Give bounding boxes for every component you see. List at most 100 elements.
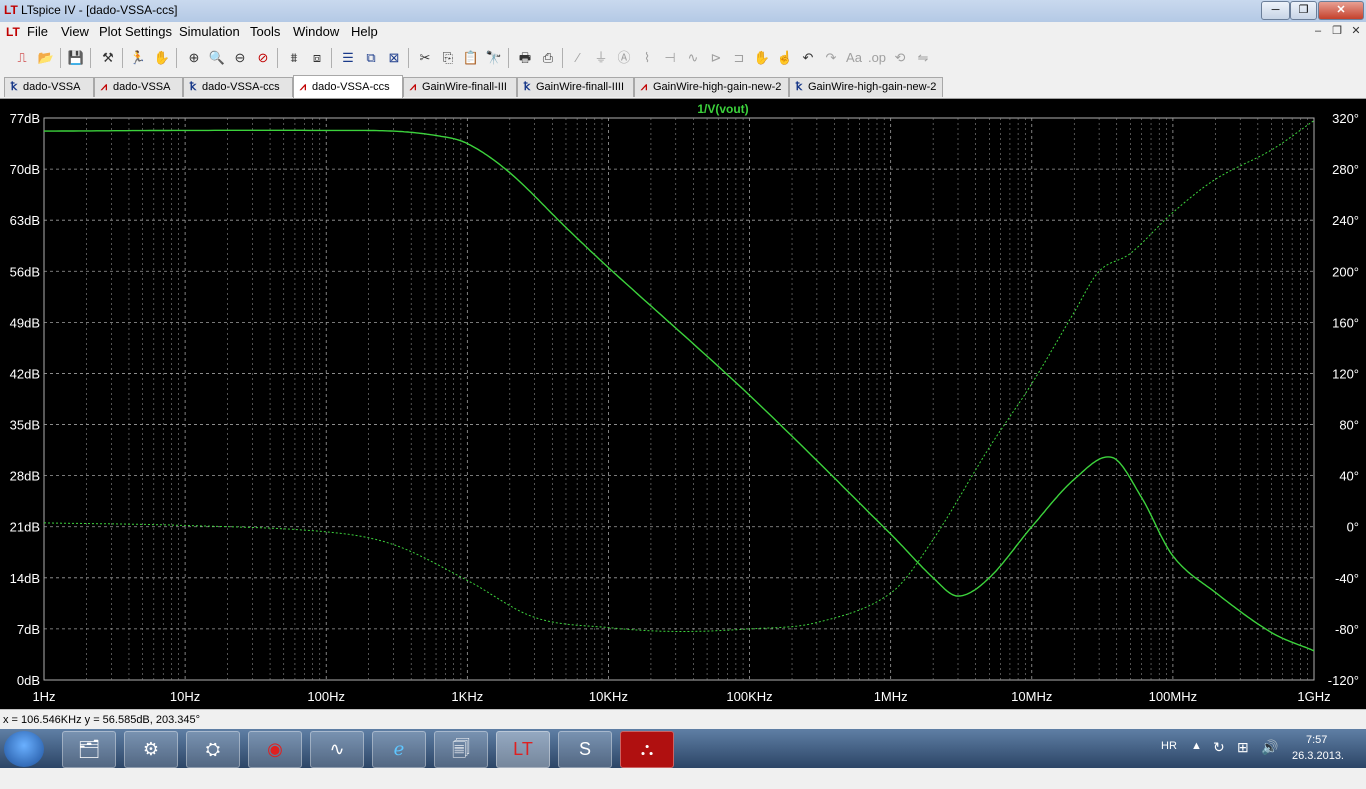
mirror-icon[interactable]: ⇋ [913, 48, 933, 68]
spice-directive-icon[interactable]: .op [867, 48, 887, 68]
app-icon[interactable]: ⛭ [186, 731, 240, 768]
waveform-icon: ⩘ [100, 81, 108, 93]
paste-icon[interactable]: 📋 [461, 48, 481, 68]
tab-4[interactable]: ⩘ dado-VSSA-ccs [293, 75, 403, 98]
menu-view[interactable]: View [61, 24, 89, 39]
mdi-close-button[interactable]: ✕ [1347, 24, 1365, 40]
x-tick-label: 10Hz [170, 689, 200, 704]
drag-icon[interactable]: ☝ [775, 48, 795, 68]
menu-file[interactable]: File [27, 24, 48, 39]
ie-icon[interactable]: ℯ [372, 731, 426, 768]
ltspice-icon[interactable]: LT [6, 25, 20, 39]
tab-7[interactable]: ⩘ GainWire-high-gain-new-2 [634, 77, 789, 97]
tab-label: dado-VSSA [113, 81, 171, 93]
language-indicator[interactable]: HR [1161, 740, 1177, 779]
x-tick-label: 1GHz [1297, 689, 1330, 704]
zoom-in-icon[interactable]: ⊕ [184, 48, 204, 68]
tab-3[interactable]: ꝁ dado-VSSA-ccs [183, 77, 293, 97]
ground-icon[interactable]: ⏚ [591, 48, 611, 68]
halt-icon[interactable]: ✋ [152, 48, 172, 68]
tile-horizontal-icon[interactable]: ☰ [338, 48, 358, 68]
pdf-icon[interactable]: ⛬ [620, 731, 674, 768]
run-icon[interactable]: 🏃 [128, 48, 148, 68]
taskbar: 🗂 ⚙ ⛭ ◉ ∿ ℯ 🗐 LT S ⛬ HR ▲ ↻ ⊞ 🔊 7:57 26.… [0, 729, 1366, 768]
undo-icon[interactable]: ↶ [798, 48, 818, 68]
y-left-tick-label: 63dB [10, 213, 40, 228]
close-button[interactable]: ✕ [1318, 1, 1364, 20]
ltspice-icon[interactable]: LT [4, 3, 18, 17]
autorange-icon[interactable]: ⩩ [284, 48, 304, 68]
tab-8[interactable]: ꝁ GainWire-high-gain-new-2 [789, 77, 943, 97]
mdi-minimize-button[interactable]: – [1309, 24, 1327, 40]
waveform-icon: ⩘ [409, 81, 417, 93]
x-tick-label: 100KHz [726, 689, 772, 704]
wire-icon[interactable]: ∕ [568, 48, 588, 68]
cascade-icon[interactable]: ⧉ [361, 48, 381, 68]
print-preview-icon[interactable]: 🖶 [515, 48, 535, 68]
menu-window[interactable]: Window [293, 24, 339, 39]
capacitor-icon[interactable]: ⊣ [660, 48, 680, 68]
waveform-viewer[interactable]: 1Hz 10Hz 100Hz 1KHz 10KHz 100KHz 1MHz 10MHz 100M… [0, 99, 1366, 709]
inductor-icon[interactable]: ∿ [683, 48, 703, 68]
redo-icon[interactable]: ↷ [821, 48, 841, 68]
tab-2[interactable]: ⩘ dado-VSSA [94, 77, 183, 97]
maximize-button[interactable]: ❐ [1290, 1, 1317, 20]
tab-label: dado-VSSA-ccs [202, 81, 280, 93]
zoom-out-icon[interactable]: ⊖ [230, 48, 250, 68]
tab-label: GainWire-high-gain-new-2 [808, 81, 937, 93]
antivirus-icon[interactable]: ◉ [248, 731, 302, 768]
menu-help[interactable]: Help [351, 24, 378, 39]
print-icon[interactable]: ⎙ [538, 48, 558, 68]
zoom-pan-icon[interactable]: 🔍 [207, 48, 227, 68]
menu-tools[interactable]: Tools [250, 24, 280, 39]
x-tick-label: 1KHz [451, 689, 483, 704]
y-left-tick-label: 70dB [10, 162, 40, 177]
copy-icon[interactable]: ⎘ [438, 48, 458, 68]
close-all-icon[interactable]: ⊠ [384, 48, 404, 68]
tab-6[interactable]: ꝁ GainWire-finall-IIII [517, 77, 634, 97]
network-icon[interactable]: ⊞ [1237, 739, 1249, 778]
text-icon[interactable]: Aa [844, 48, 864, 68]
ltspice-icon[interactable]: LT [496, 731, 550, 768]
tab-1[interactable]: ꝁ dado-VSSA [4, 77, 94, 97]
save-icon[interactable]: 💾 [66, 48, 86, 68]
diode-icon[interactable]: ⊳ [706, 48, 726, 68]
waveform-icon: ⩘ [640, 81, 648, 93]
bode-plot[interactable]: 1Hz 10Hz 100Hz 1KHz 10KHz 100KHz 1MHz 10MHz 100M… [0, 99, 1366, 709]
move-icon[interactable]: ✋ [752, 48, 772, 68]
oscilloscope-icon[interactable]: ∿ [310, 731, 364, 768]
mdi-restore-button[interactable]: ❐ [1328, 24, 1346, 40]
tab-5[interactable]: ⩘ GainWire-finall-III [403, 77, 517, 97]
update-icon[interactable]: ↻ [1213, 739, 1225, 778]
label-icon[interactable]: Ⓐ [614, 48, 634, 68]
start-button[interactable] [4, 731, 44, 767]
control-panel-icon[interactable]: ⚒ [98, 48, 118, 68]
notes-icon[interactable]: 🗐 [434, 731, 488, 768]
volume-icon[interactable]: 🔊 [1261, 739, 1278, 778]
find-icon[interactable]: 🔭 [484, 48, 504, 68]
y-right-tick-label: -120° [1328, 673, 1359, 688]
zoom-extents-icon[interactable]: ⧈ [307, 48, 327, 68]
skype-icon[interactable]: S [558, 731, 612, 768]
y-right-tick-label: 280° [1332, 162, 1359, 177]
menu-simulation[interactable]: Simulation [179, 24, 240, 39]
cut-icon[interactable]: ✂ [415, 48, 435, 68]
zoom-cancel-icon[interactable]: ⊘ [253, 48, 273, 68]
menu-plot-settings[interactable]: Plot Settings [99, 24, 172, 39]
resistor-icon[interactable]: ⌇ [637, 48, 657, 68]
y-left-tick-label: 77dB [10, 111, 40, 126]
component-icon[interactable]: ⊐ [729, 48, 749, 68]
open-icon[interactable]: 📂 [36, 48, 56, 68]
minimize-button[interactable]: ─ [1261, 1, 1290, 20]
explorer-icon[interactable]: 🗂 [62, 731, 116, 768]
rotate-icon[interactable]: ⟲ [890, 48, 910, 68]
show-hidden-icons-icon[interactable]: ▲ [1191, 740, 1202, 779]
y-right-tick-label: 240° [1332, 213, 1359, 228]
trace-label: 1/V(vout) [697, 102, 748, 116]
y-right-tick-label: 160° [1332, 315, 1359, 330]
phase-trace [43, 120, 1315, 632]
title-bar: LT LTspice IV - [dado-VSSA-ccs] ─ ❐ ✕ [0, 0, 1366, 23]
new-schematic-icon[interactable]: ⎍ [12, 48, 32, 68]
installer-icon[interactable]: ⚙ [124, 731, 178, 768]
clock-date[interactable]: 26.3.2013. [1292, 750, 1344, 789]
